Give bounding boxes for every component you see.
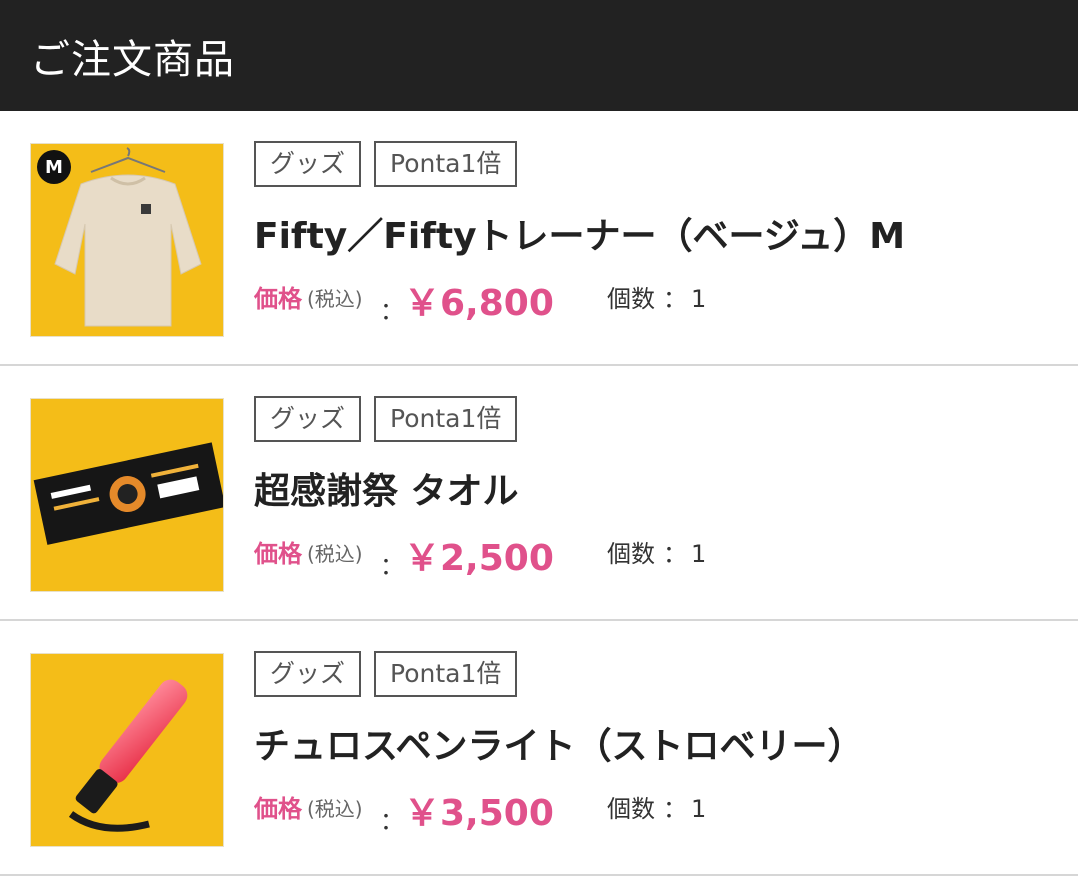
quantity: 個数 ： 1	[607, 534, 706, 569]
quantity-colon: ：	[663, 540, 687, 568]
quantity-label: 個数	[607, 795, 655, 823]
price-value: ￥2,500	[404, 538, 554, 579]
quantity-label: 個数	[607, 285, 655, 313]
quantity-value: 1	[691, 540, 707, 568]
product-image-towel[interactable]	[30, 398, 224, 592]
product-name[interactable]: チュロスペンライト（ストロベリー）	[254, 717, 863, 769]
quantity: 個数 ： 1	[607, 279, 706, 314]
price-colon: ：	[380, 552, 404, 580]
price-tax-note: (税込)	[307, 797, 363, 821]
tag-category: グッズ	[254, 141, 362, 187]
price-tax-note: (税込)	[307, 542, 363, 566]
product-image-sweatshirt[interactable]: M	[30, 143, 224, 337]
price-label: 価格	[254, 540, 302, 568]
product-name[interactable]: Fifty／Fiftyトレーナー（ベージュ）M	[254, 207, 905, 259]
quantity-colon: ：	[663, 285, 687, 313]
price-row: 価格 (税込) ： ￥6,800 個数： 1	[254, 277, 1054, 325]
quantity: 個数 ： 1	[607, 789, 706, 824]
price-value: ￥6,800	[404, 283, 554, 324]
tag-ponta: Ponta1倍	[374, 396, 518, 442]
order-item[interactable]: M グッズ Ponta1倍 Fifty／Fiftyトレーナー（ベージュ）M 価格…	[0, 111, 1078, 366]
quantity-label: 個数	[607, 540, 655, 568]
price-label: 価格	[254, 285, 302, 313]
tag-list: グッズ Ponta1倍	[254, 141, 518, 187]
tag-category: グッズ	[254, 396, 362, 442]
price-value: ￥3,500	[404, 793, 554, 834]
tag-ponta: Ponta1倍	[374, 141, 518, 187]
price-tax-note: (税込)	[307, 287, 363, 311]
product-image-penlight[interactable]	[30, 653, 224, 847]
price-label: 価格	[254, 795, 302, 823]
quantity-colon: ：	[663, 795, 687, 823]
price-colon: ：	[380, 297, 404, 325]
product-name[interactable]: 超感謝祭 タオル	[254, 462, 519, 514]
price-row: 価格 (税込) ： ￥3,500 個数： 1	[254, 787, 1054, 835]
price-colon: ：	[380, 807, 404, 835]
tag-category: グッズ	[254, 651, 362, 697]
page-header: ご注文商品	[0, 0, 1078, 111]
order-item[interactable]: グッズ Ponta1倍 超感謝祭 タオル 価格 (税込) ： ￥2,500 個数…	[0, 366, 1078, 621]
order-item[interactable]: グッズ Ponta1倍 チュロスペンライト（ストロベリー） 価格 (税込) ： …	[0, 621, 1078, 876]
quantity-value: 1	[691, 795, 707, 823]
size-badge: M	[37, 150, 71, 184]
price-row: 価格 (税込) ： ￥2,500 個数： 1	[254, 532, 1054, 580]
tag-ponta: Ponta1倍	[374, 651, 518, 697]
tag-list: グッズ Ponta1倍	[254, 396, 518, 442]
tag-list: グッズ Ponta1倍	[254, 651, 518, 697]
quantity-value: 1	[691, 285, 707, 313]
page-title: ご注文商品	[30, 36, 235, 83]
